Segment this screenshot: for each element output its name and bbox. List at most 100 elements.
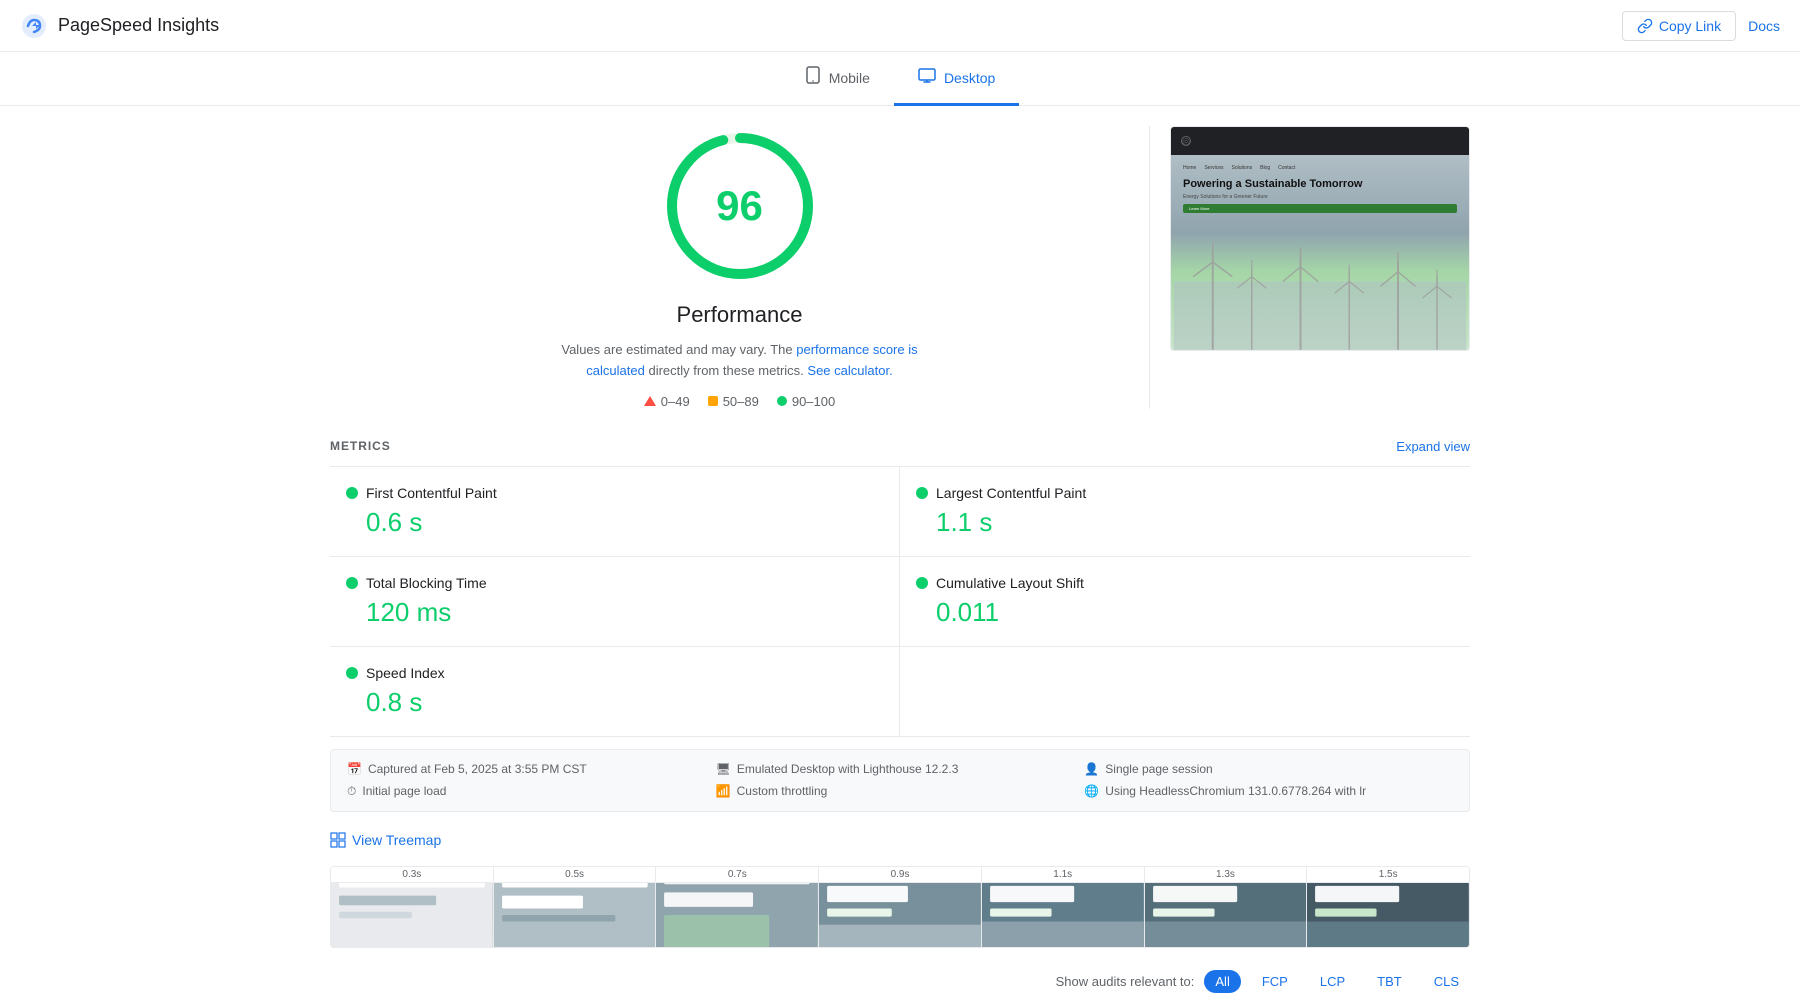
user-icon: 👤	[1084, 762, 1099, 776]
frame-img-7	[1307, 883, 1469, 947]
filmstrip-frame-5: 1.1s	[982, 867, 1145, 947]
link-icon	[1637, 18, 1653, 34]
frame-timestamp-6: 1.3s	[1145, 867, 1307, 883]
frame-img-3	[656, 883, 818, 947]
frame-timestamp-1: 0.3s	[331, 867, 493, 883]
pagespeed-logo	[20, 12, 48, 40]
copy-link-button[interactable]: Copy Link	[1622, 11, 1736, 41]
desktop-emulate-icon: 🖥	[716, 762, 731, 776]
captured-text: Captured at Feb 5, 2025 at 3:55 PM CST	[368, 762, 587, 776]
si-dot	[346, 667, 358, 679]
chromium-text: Using HeadlessChromium 131.0.6778.264 wi…	[1105, 784, 1366, 798]
fcp-value: 0.6 s	[346, 507, 883, 538]
website-screenshot: ◎ HomeServicesSolutionsBlogContact Power…	[1170, 126, 1470, 351]
calendar-icon: 📅	[347, 762, 362, 776]
tbt-value: 120 ms	[346, 597, 883, 628]
good-icon	[777, 396, 787, 406]
frame-preview-2	[494, 883, 656, 947]
tab-mobile[interactable]: Mobile	[781, 52, 894, 106]
metrics-label: METRICS	[330, 439, 391, 453]
info-emulated: 🖥 Emulated Desktop with Lighthouse 12.2.…	[716, 762, 1085, 776]
score-note-static: Values are estimated and may vary. The	[561, 342, 792, 357]
docs-link[interactable]: Docs	[1748, 18, 1780, 34]
metric-tbt: Total Blocking Time 120 ms	[330, 557, 900, 647]
lcp-dot	[916, 487, 928, 499]
filter-fcp-button[interactable]: FCP	[1251, 970, 1299, 993]
metric-lcp: Largest Contentful Paint 1.1 s	[900, 467, 1470, 557]
globe-icon: 🌐	[1084, 784, 1099, 798]
legend-good: 90–100	[777, 394, 835, 409]
score-note-middle: directly from these metrics.	[648, 363, 807, 378]
score-legend: 0–49 50–89 90–100	[644, 394, 835, 409]
frame-img-6	[1145, 883, 1307, 947]
metrics-header: METRICS Expand view	[330, 429, 1470, 467]
frame-preview-5	[982, 883, 1144, 947]
info-captured: 📅 Captured at Feb 5, 2025 at 3:55 PM CST	[347, 762, 716, 776]
legend-average-range: 50–89	[723, 394, 759, 409]
filmstrip-frame-7: 1.5s	[1307, 867, 1469, 947]
score-note: Values are estimated and may vary. The p…	[550, 340, 930, 382]
view-treemap-button[interactable]: View Treemap	[330, 824, 441, 856]
treemap-label: View Treemap	[352, 832, 441, 848]
filter-tbt-button[interactable]: TBT	[1366, 970, 1413, 993]
copy-link-label: Copy Link	[1659, 18, 1721, 34]
cls-name: Cumulative Layout Shift	[936, 575, 1084, 591]
app-header: PageSpeed Insights Copy Link Docs	[0, 0, 1800, 52]
metric-fcp: First Contentful Paint 0.6 s	[330, 467, 900, 557]
frame-preview-7	[1307, 883, 1469, 947]
filmstrip: 0.3s 0.5s 0.7s	[330, 866, 1470, 948]
site-nav: HomeServicesSolutionsBlogContact	[1183, 165, 1457, 171]
frame-preview-3	[656, 883, 818, 947]
legend-fail: 0–49	[644, 394, 690, 409]
metric-cls: Cumulative Layout Shift 0.011	[900, 557, 1470, 647]
frame-timestamp-7: 1.5s	[1307, 867, 1469, 883]
frame-img-2	[494, 883, 656, 947]
tab-mobile-label: Mobile	[829, 70, 870, 86]
info-load: ⏱ Initial page load	[347, 784, 716, 799]
wifi-icon: 📶	[716, 784, 731, 798]
filmstrip-frame-4: 0.9s	[819, 867, 982, 947]
info-session: 👤 Single page session	[1084, 762, 1453, 776]
fcp-name: First Contentful Paint	[366, 485, 497, 501]
header-left: PageSpeed Insights	[20, 12, 219, 40]
audit-filter: Show audits relevant to: All FCP LCP TBT…	[330, 958, 1470, 1005]
si-value: 0.8 s	[346, 687, 883, 718]
expand-view-button[interactable]: Expand view	[1396, 439, 1470, 454]
turbine-illustration	[1171, 223, 1469, 350]
cls-dot	[916, 577, 928, 589]
metrics-grid: First Contentful Paint 0.6 s Largest Con…	[330, 467, 1470, 737]
tbt-name: Total Blocking Time	[366, 575, 487, 591]
filter-lcp-button[interactable]: LCP	[1309, 970, 1356, 993]
desktop-icon	[918, 68, 936, 87]
filmstrip-frame-2: 0.5s	[494, 867, 657, 947]
screenshot-area: ◎ HomeServicesSolutionsBlogContact Power…	[1150, 106, 1470, 371]
main-content: 96 Performance Values are estimated and …	[310, 106, 1490, 1005]
see-calculator-link[interactable]: See calculator.	[807, 363, 892, 378]
fcp-dot	[346, 487, 358, 499]
treemap-icon	[330, 832, 346, 848]
lcp-name: Largest Contentful Paint	[936, 485, 1086, 501]
website-preview: HomeServicesSolutionsBlogContact Powerin…	[1171, 155, 1469, 350]
filter-cls-button[interactable]: CLS	[1423, 970, 1470, 993]
fail-icon	[644, 396, 656, 406]
average-icon	[708, 396, 718, 406]
lcp-value: 1.1 s	[916, 507, 1454, 538]
header-right: Copy Link Docs	[1622, 11, 1780, 41]
frame-preview	[331, 883, 493, 947]
frame-preview-6	[1145, 883, 1307, 947]
legend-average: 50–89	[708, 394, 759, 409]
cls-value: 0.011	[916, 597, 1454, 628]
audit-filter-label: Show audits relevant to:	[1056, 974, 1195, 989]
tbt-dot	[346, 577, 358, 589]
score-section: 96 Performance Values are estimated and …	[330, 106, 1470, 429]
legend-good-range: 90–100	[792, 394, 835, 409]
legend-fail-range: 0–49	[661, 394, 690, 409]
load-text: Initial page load	[362, 784, 446, 798]
app-title: PageSpeed Insights	[58, 15, 219, 36]
filter-all-button[interactable]: All	[1204, 970, 1240, 993]
tab-desktop[interactable]: Desktop	[894, 52, 1019, 106]
performance-gauge: 96	[660, 126, 820, 286]
filmstrip-frame-3: 0.7s	[656, 867, 819, 947]
score-left: 96 Performance Values are estimated and …	[330, 106, 1149, 429]
score-value: 96	[716, 185, 763, 227]
